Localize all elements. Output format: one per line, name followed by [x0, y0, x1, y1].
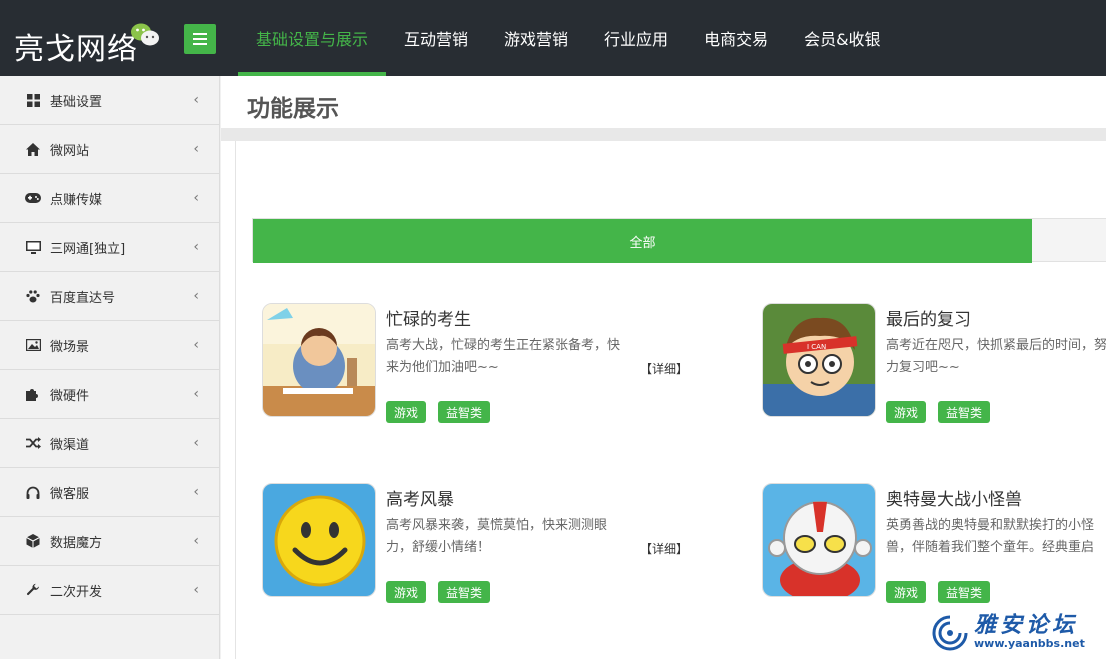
showcase-panel: 全部 忙碌的考生 高考大战，忙碌的考生正在紧张备考，快来为他们加油吧~~ 【详细… [235, 141, 1106, 659]
card-description: 高考近在咫尺，快抓紧最后的时间，努力复习吧~~ [886, 338, 1106, 375]
wrench-icon [24, 581, 42, 599]
app-card[interactable]: I CAN 最后的复习 高考近在咫尺，快抓紧最后的时间，努力复习吧~~ 游戏 益… [762, 303, 1106, 423]
card-thumbnail[interactable] [762, 483, 876, 597]
card-title[interactable]: 奥特曼大战小怪兽 [886, 485, 1022, 510]
detail-link[interactable]: 【详细】 [640, 540, 688, 557]
tag-game[interactable]: 游戏 [386, 401, 427, 423]
nav-basic-settings[interactable]: 基础设置与展示 [238, 0, 387, 76]
cube-icon [24, 532, 42, 550]
chevron-left-icon: ‹ [193, 288, 199, 304]
card-description: 高考大战，忙碌的考生正在紧张备考，快来为他们加油吧~~ [386, 338, 621, 375]
tab-all[interactable]: 全部 [253, 219, 1032, 263]
sidebar-item-micro-hardware[interactable]: 微硬件 ‹ [0, 370, 219, 419]
sidebar-item-micro-service[interactable]: 微客服 ‹ [0, 468, 219, 517]
chevron-left-icon: ‹ [193, 141, 199, 157]
sidebar-item-data-cube[interactable]: 数据魔方 ‹ [0, 517, 219, 566]
chevron-left-icon: ‹ [193, 386, 199, 402]
tag-game[interactable]: 游戏 [886, 581, 927, 603]
shuffle-icon [24, 434, 42, 452]
sidebar-item-label: 微渠道 [50, 437, 90, 453]
sidebar-item-label: 点赚传媒 [50, 192, 103, 208]
top-nav: 基础设置与展示 互动营销 游戏营销 行业应用 电商交易 会员&收银 [238, 0, 899, 76]
sidebar-item-micro-channel[interactable]: 微渠道 ‹ [0, 419, 219, 468]
tag-list: 游戏 益智类 [886, 581, 991, 603]
sidebar-item-secondary-dev[interactable]: 二次开发 ‹ [0, 566, 219, 615]
sidebar-item-label: 微客服 [50, 486, 90, 502]
sidebar-item-label: 百度直达号 [50, 290, 116, 306]
watermark-logo-icon [932, 615, 968, 651]
grid-icon [24, 91, 42, 109]
sidebar-item-dianzhuan-media[interactable]: 点赚传媒 ‹ [0, 174, 219, 223]
app-card[interactable]: 忙碌的考生 高考大战，忙碌的考生正在紧张备考，快来为他们加油吧~~ 【详细】 游… [262, 303, 732, 423]
card-title[interactable]: 忙碌的考生 [386, 305, 471, 330]
app-card[interactable]: 奥特曼大战小怪兽 英勇善战的奥特曼和默默挨打的小怪兽，伴随着我们整个童年。经典重… [762, 483, 1106, 603]
nav-industry-apps[interactable]: 行业应用 [586, 0, 686, 76]
card-title[interactable]: 最后的复习 [886, 305, 971, 330]
chevron-left-icon: ‹ [193, 337, 199, 353]
sidebar-item-label: 基础设置 [50, 94, 103, 110]
tag-game[interactable]: 游戏 [386, 581, 427, 603]
tag-puzzle[interactable]: 益智类 [438, 401, 491, 423]
wechat-logo-icon [131, 23, 159, 46]
card-title[interactable]: 高考风暴 [386, 485, 454, 510]
top-navbar: 亮戈网络 基础设置与展示 互动营销 游戏营销 行业应用 电商交易 会员&收银 [0, 0, 1106, 76]
chevron-left-icon: ‹ [193, 239, 199, 255]
paw-icon [24, 287, 42, 305]
watermark: 雅安论坛 www.yaanbbs.net [930, 607, 1106, 659]
main-content: 功能展示 全部 忙碌的考生 高考大战，忙碌的考生正在紧张备考，快来为他们加油吧~… [221, 76, 1106, 659]
svg-text:I CAN: I CAN [807, 343, 826, 351]
watermark-url: www.yaanbbs.net [974, 637, 1085, 650]
card-description: 高考风暴来袭，莫慌莫怕，快来测测眼力，舒缓小情绪！ [386, 518, 608, 555]
tag-list: 游戏 益智类 [886, 401, 991, 423]
sidebar-item-label: 微硬件 [50, 388, 90, 404]
detail-link[interactable]: 【详细】 [640, 360, 688, 377]
watermark-text: 雅安论坛 [974, 612, 1079, 638]
tag-puzzle[interactable]: 益智类 [938, 401, 991, 423]
sidebar-item-three-network[interactable]: 三网通[独立] ‹ [0, 223, 219, 272]
card-thumbnail[interactable] [262, 303, 376, 417]
headphones-icon [24, 483, 42, 501]
sidebar-item-label: 数据魔方 [50, 535, 103, 551]
tag-list: 游戏 益智类 [386, 401, 491, 423]
image-icon [24, 336, 42, 354]
tag-puzzle[interactable]: 益智类 [438, 581, 491, 603]
nav-game-marketing[interactable]: 游戏营销 [486, 0, 586, 76]
sidebar-item-baidu-direct[interactable]: 百度直达号 ‹ [0, 272, 219, 321]
hamburger-icon [193, 33, 207, 45]
nav-interactive-marketing[interactable]: 互动营销 [386, 0, 486, 76]
monitor-icon [24, 238, 42, 256]
chevron-left-icon: ‹ [193, 92, 199, 108]
sidebar: 基础设置 ‹ 微网站 ‹ 点赚传媒 ‹ 三网通[独立] ‹ 百度直达号 ‹ 微场… [0, 76, 220, 659]
card-thumbnail[interactable] [262, 483, 376, 597]
filter-tabs: 全部 [252, 218, 1106, 263]
sidebar-item-label: 三网通[独立] [50, 241, 126, 257]
sidebar-item-label: 微网站 [50, 143, 90, 159]
nav-membership[interactable]: 会员&收银 [786, 0, 898, 76]
sidebar-item-micro-scene[interactable]: 微场景 ‹ [0, 321, 219, 370]
sidebar-item-basic-settings[interactable]: 基础设置 ‹ [0, 76, 219, 125]
divider [221, 128, 1106, 141]
app-card[interactable]: 高考风暴 高考风暴来袭，莫慌莫怕，快来测测眼力，舒缓小情绪！ 【详细】 游戏 益… [262, 483, 732, 603]
chevron-left-icon: ‹ [193, 435, 199, 451]
menu-toggle-button[interactable] [184, 24, 216, 54]
sidebar-item-label: 二次开发 [50, 584, 103, 600]
sidebar-item-micro-site[interactable]: 微网站 ‹ [0, 125, 219, 174]
card-description: 英勇善战的奥特曼和默默挨打的小怪兽，伴随着我们整个童年。经典重启 [886, 518, 1095, 555]
nav-ecommerce[interactable]: 电商交易 [686, 0, 786, 76]
chevron-left-icon: ‹ [193, 484, 199, 500]
tag-puzzle[interactable]: 益智类 [938, 581, 991, 603]
chevron-left-icon: ‹ [193, 190, 199, 206]
card-thumbnail[interactable]: I CAN [762, 303, 876, 417]
gamepad-icon [24, 189, 42, 207]
puzzle-icon [24, 385, 42, 403]
page-title: 功能展示 [247, 96, 339, 122]
logo-text: 亮戈网络 [14, 32, 138, 67]
tag-game[interactable]: 游戏 [886, 401, 927, 423]
chevron-left-icon: ‹ [193, 582, 199, 598]
chevron-left-icon: ‹ [193, 533, 199, 549]
sidebar-item-label: 微场景 [50, 339, 90, 355]
home-icon [24, 140, 42, 158]
logo[interactable]: 亮戈网络 [14, 22, 164, 67]
tag-list: 游戏 益智类 [386, 581, 491, 603]
